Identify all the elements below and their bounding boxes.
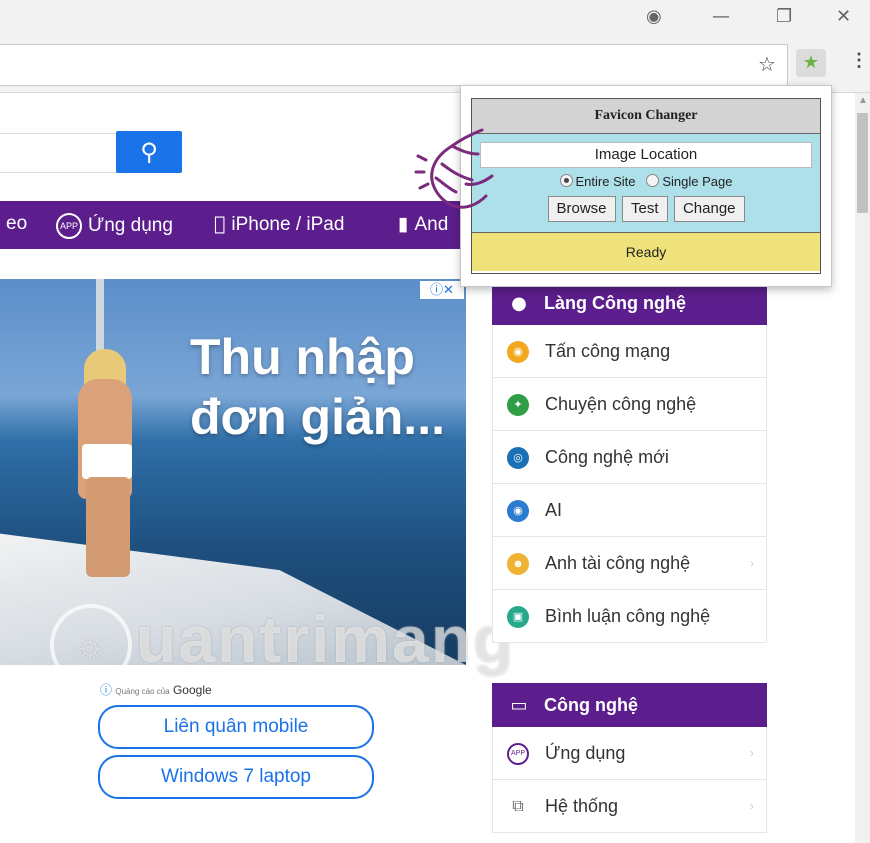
sidebar-item-tan-cong-mang[interactable]: ◉ Tấn công mạng <box>492 325 767 378</box>
popup-body: Image Location Entire Site Single Page B… <box>472 134 820 233</box>
app-icon: APP <box>56 213 82 239</box>
person-icon: ☻ <box>507 553 529 576</box>
network-icon: ◎ <box>507 447 529 470</box>
sidebar-item-binh-luan-cong-nghe[interactable]: ▣ Bình luận công nghệ <box>492 590 767 643</box>
ad-link-lien-quan[interactable]: Liên quân mobile <box>98 705 374 749</box>
radio-selected-icon <box>559 174 573 187</box>
ad-headline: Thu nhập đơn giản... <box>190 327 445 447</box>
ad-choices-icon[interactable]: ⓘ✕ <box>420 281 464 299</box>
apple-icon:  <box>214 213 225 235</box>
account-circle-icon[interactable]: ◉ <box>646 6 662 27</box>
radio-entire-label: Entire Site <box>575 174 636 189</box>
status-bar: Ready <box>472 233 820 271</box>
sidebar-item-ai[interactable]: ◉ AI <box>492 484 767 537</box>
browse-button[interactable]: Browse <box>547 196 616 222</box>
window-titlebar: ◉ — ❐ ✕ <box>0 0 870 38</box>
search-input[interactable] <box>0 133 118 173</box>
popup-buttons: Browse Test Change <box>472 196 820 222</box>
tools-icon: ✦ <box>507 394 529 417</box>
radio-entire-site[interactable]: Entire Site <box>559 174 636 189</box>
page-scrollbar[interactable]: ▲ <box>855 93 870 843</box>
ai-icon: ◉ <box>507 500 529 523</box>
nav-item-iphone[interactable]: iPhone / iPad <box>214 213 344 236</box>
sidebar-item-chuyen-cong-nghe[interactable]: ✦ Chuyện công nghệ <box>492 378 767 431</box>
image-location-input[interactable]: Image Location <box>480 142 812 168</box>
sidebar-header-label: Công nghệ <box>544 695 638 715</box>
comment-icon: ▣ <box>507 606 529 629</box>
person-shorts <box>82 444 132 479</box>
system-icon: ⧉ <box>507 796 529 819</box>
ad-headline-line1: Thu nhập <box>190 329 415 385</box>
sidebar-item-label: Hệ thống <box>545 796 619 816</box>
category-navbar: eo APPỨng dụng iPhone / iPad ▮And <box>0 201 470 249</box>
laptop-icon: ▭ <box>510 695 528 716</box>
scroll-up-arrow-icon[interactable]: ▲ <box>858 95 868 106</box>
restore-icon[interactable]: ❐ <box>776 6 792 27</box>
sidebar-item-ung-dung[interactable]: APP Ứng dụng › <box>492 727 767 780</box>
ad-headline-line2: đơn giản... <box>190 389 445 445</box>
chevron-right-icon: › <box>750 556 754 570</box>
radio-unselected-icon <box>646 174 660 187</box>
popup-title: Favicon Changer <box>472 99 820 134</box>
sidebar-header-lang-cong-nghe[interactable]: ● Làng Công nghệ <box>492 281 767 325</box>
test-button[interactable]: Test <box>621 196 668 222</box>
scroll-thumb[interactable] <box>857 113 868 213</box>
minimize-icon[interactable]: — <box>712 6 730 27</box>
ad-attribution-small: Quảng cáo của <box>115 687 170 696</box>
nav-item-ung-dung[interactable]: APP Ứng dụng <box>56 213 173 239</box>
menu-dots-icon[interactable]: ⋮ <box>850 50 868 71</box>
search-icon: ⚲ <box>140 138 158 166</box>
lightbulb-icon: ☼ <box>50 603 132 686</box>
close-icon[interactable]: ✕ <box>836 6 851 27</box>
favicon-changer-panel: Favicon Changer Image Location Entire Si… <box>471 98 821 274</box>
sidebar-item-label: Bình luận công nghệ <box>545 606 711 626</box>
address-bar[interactable] <box>0 44 788 86</box>
app-icon: APP <box>507 743 529 766</box>
favicon-changer-icon[interactable]: ★ <box>796 49 826 77</box>
chevron-right-icon: › <box>750 799 754 813</box>
star-icon[interactable]: ☆ <box>758 52 776 76</box>
chat-bubbles-icon: ● <box>511 293 527 314</box>
sidebar-item-label: Tấn công mạng <box>545 341 671 361</box>
scope-radio-group: Entire Site Single Page <box>472 174 820 189</box>
sidebar-header-cong-nghe[interactable]: ▭ Công nghệ <box>492 683 767 727</box>
hacker-icon: ◉ <box>507 341 529 364</box>
sidebar-header-label: Làng Công nghệ <box>544 293 686 313</box>
sidebar-item-cong-nghe-moi[interactable]: ◎ Công nghệ mới <box>492 431 767 484</box>
person-legs <box>86 477 130 577</box>
sidebar-item-anh-tai-cong-nghe[interactable]: ☻ Anh tài công nghệ › <box>492 537 767 590</box>
change-button[interactable]: Change <box>673 196 745 222</box>
sidebar-item-label: AI <box>545 500 563 520</box>
ad-link-windows7[interactable]: Windows 7 laptop <box>98 755 374 799</box>
sidebar-item-label: Chuyện công nghệ <box>545 394 697 414</box>
sidebar-item-label: Anh tài công nghệ <box>545 553 691 573</box>
radio-single-page[interactable]: Single Page <box>646 174 732 189</box>
search-button[interactable]: ⚲ <box>116 131 182 173</box>
sidebar-item-label: Ứng dụng <box>545 743 626 763</box>
extension-popup: Favicon Changer Image Location Entire Si… <box>460 85 832 287</box>
sidebar-item-label: Công nghệ mới <box>545 447 669 467</box>
pointing-hand-icon <box>414 128 494 209</box>
chevron-right-icon: › <box>750 746 754 760</box>
nav-label: iPhone / iPad <box>220 214 344 235</box>
watermark: ☼ uantrimang <box>50 601 515 686</box>
android-icon: ▮ <box>398 213 409 235</box>
sidebar-item-he-thong[interactable]: ⧉ Hệ thống › <box>492 780 767 833</box>
radio-single-label: Single Page <box>662 174 733 189</box>
nav-label: Ứng dụng <box>88 215 173 237</box>
watermark-text: uantrimang <box>136 602 516 676</box>
nav-item-video[interactable]: eo <box>6 213 27 235</box>
